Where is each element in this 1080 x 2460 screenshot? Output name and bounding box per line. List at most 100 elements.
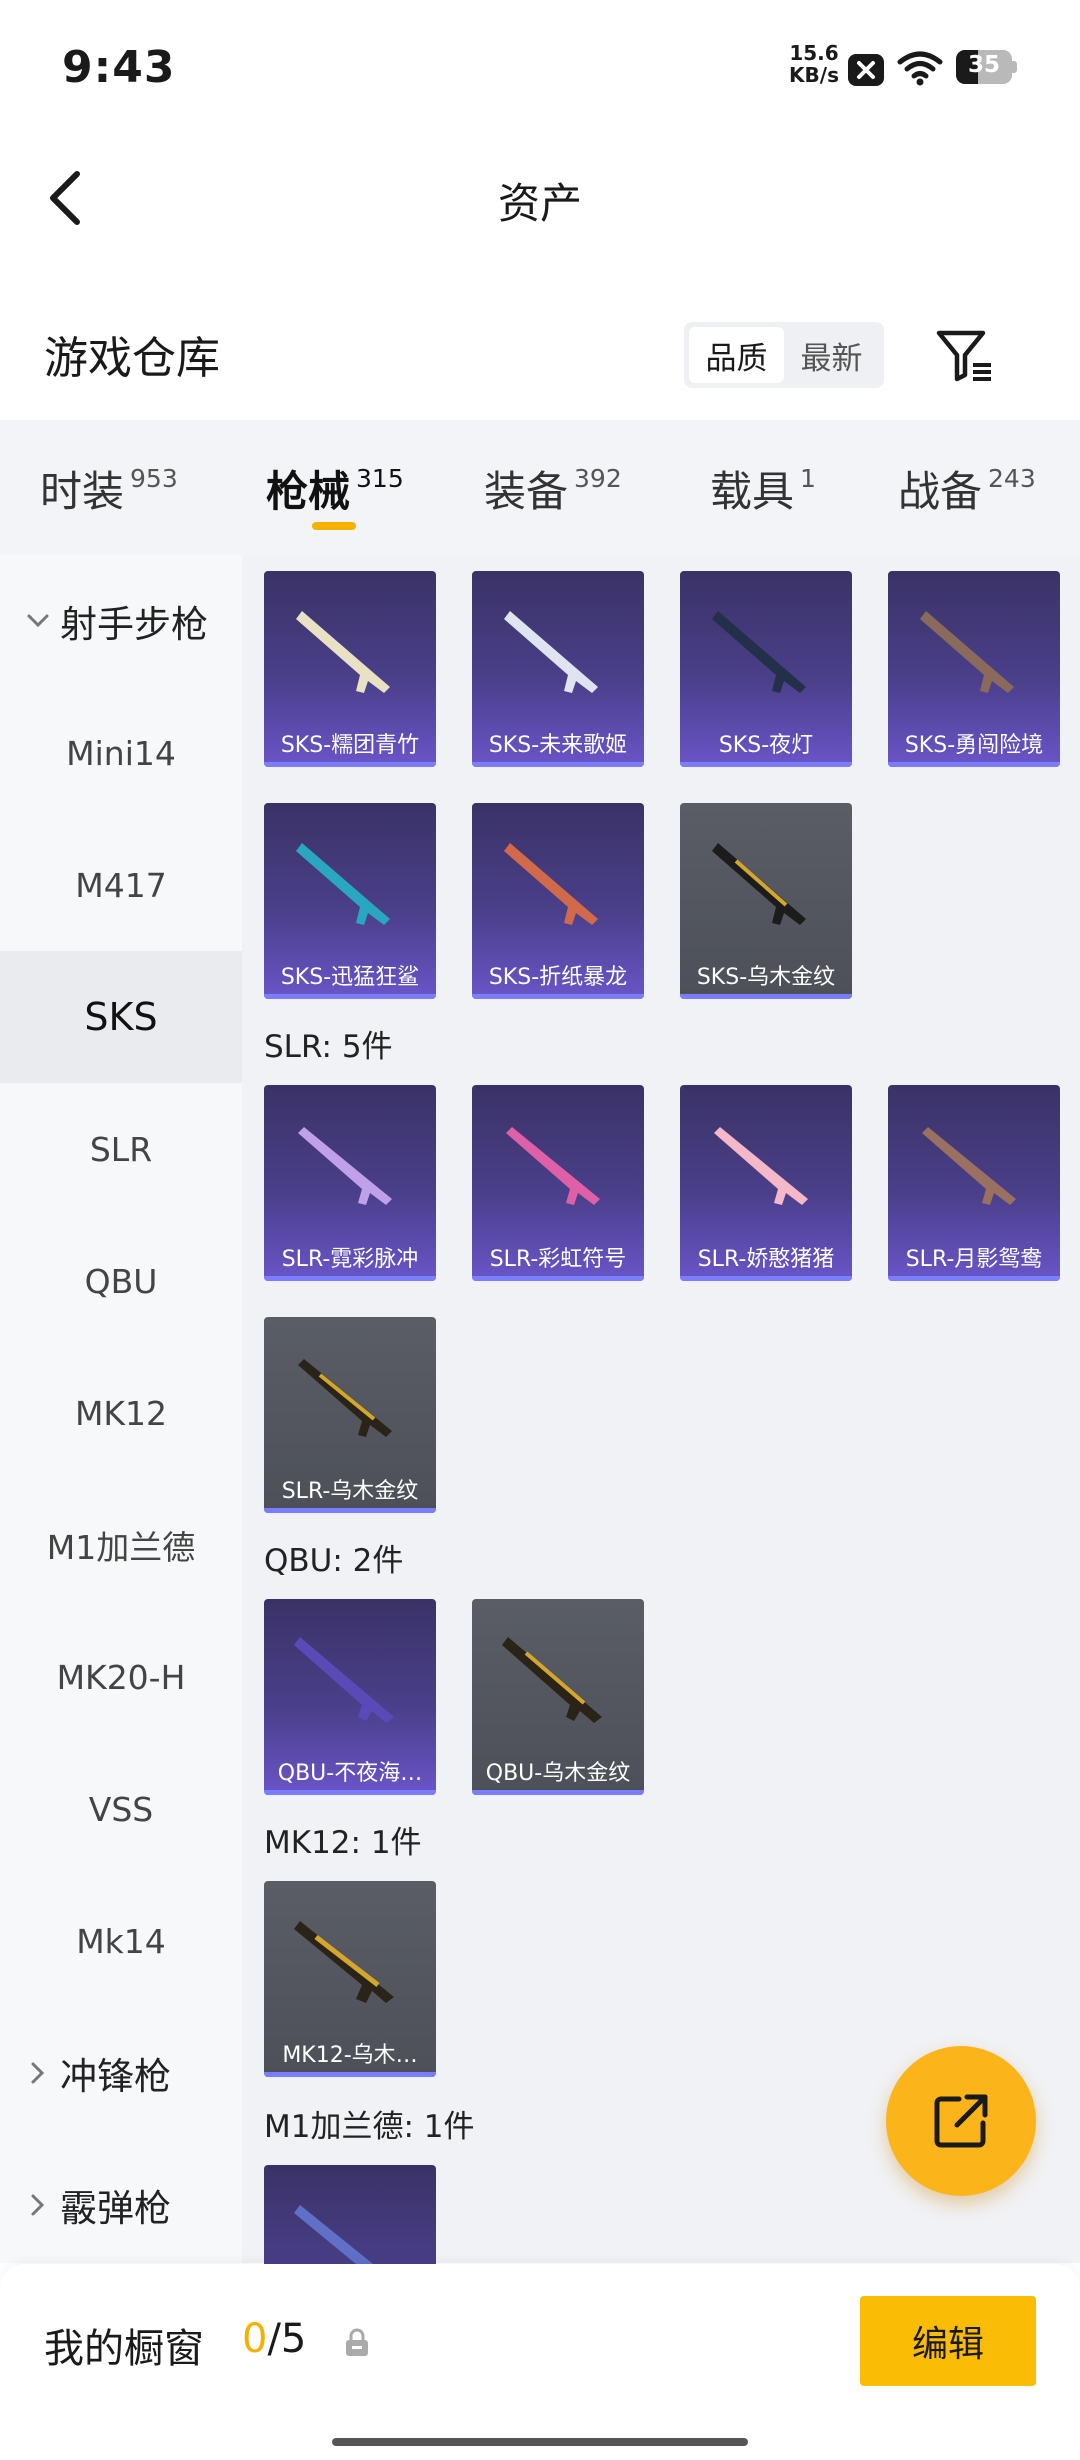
tab-count: 243 bbox=[988, 464, 1036, 493]
item-card[interactable]: SKS-乌木金纹 bbox=[680, 803, 852, 999]
share-fab-button[interactable] bbox=[886, 2046, 1036, 2196]
tab-count: 315 bbox=[356, 464, 404, 493]
category-mk20h[interactable]: MK20-H bbox=[0, 1611, 242, 1743]
item-card[interactable]: QBU-乌木金纹 bbox=[472, 1599, 644, 1795]
edit-button[interactable]: 编辑 bbox=[860, 2296, 1036, 2386]
tab-fashion[interactable]: 时装 953 bbox=[40, 458, 178, 519]
item-name: MK12-乌木… bbox=[282, 2043, 418, 2068]
category-label: Mini14 bbox=[66, 733, 176, 773]
showcase-label: 我的橱窗 bbox=[44, 2326, 204, 2372]
category-qbu[interactable]: QBU bbox=[0, 1215, 242, 1347]
status-time: 9:43 bbox=[62, 42, 176, 93]
tab-supplies[interactable]: 战备 243 bbox=[898, 458, 1036, 519]
item-name: SKS-糯团青竹 bbox=[280, 733, 420, 758]
category-group-smg[interactable]: 冲锋枪 bbox=[0, 2007, 242, 2139]
item-name: SKS-夜灯 bbox=[718, 733, 814, 758]
group-label-slr: SLR: 5件 bbox=[264, 1029, 393, 1065]
group-label-m1: M1加兰德: 1件 bbox=[264, 2109, 475, 2145]
item-name: SLR-月影鸳鸯 bbox=[905, 1247, 1043, 1272]
item-card[interactable]: QBU-不夜海… bbox=[264, 1599, 436, 1795]
category-mk12[interactable]: MK12 bbox=[0, 1347, 242, 1479]
rifle-icon bbox=[504, 611, 598, 693]
item-card[interactable]: SKS-折纸暴龙 bbox=[472, 803, 644, 999]
network-speed-unit: KB/s bbox=[789, 63, 839, 87]
item-name: SKS-乌木金纹 bbox=[696, 965, 836, 990]
category-tabs: 时装 953 枪械 315 装备 392 载具 1 战备 243 bbox=[0, 420, 1080, 555]
rifle-icon bbox=[712, 611, 806, 693]
item-name: QBU-不夜海… bbox=[277, 1761, 423, 1786]
lock-icon bbox=[346, 2328, 368, 2356]
category-label: Mk14 bbox=[76, 1921, 166, 1961]
category-group-marksman-rifles[interactable]: 射手步枪 bbox=[0, 555, 242, 687]
category-label: M417 bbox=[75, 865, 167, 905]
item-grid-area: SKS-糯团青竹 SKS-未来歌姬 SKS-夜灯 SKS-勇闯险境 SKS-迅猛… bbox=[242, 555, 1080, 2361]
external-link-icon bbox=[934, 2094, 988, 2148]
sort-newest-option[interactable]: 最新 bbox=[784, 327, 879, 383]
home-indicator[interactable] bbox=[332, 2438, 748, 2446]
status-bar: 9:43 15.6 KB/s 35 bbox=[0, 0, 1080, 130]
item-card[interactable]: SLR-霓彩脉冲 bbox=[264, 1085, 436, 1281]
item-card[interactable]: SLR-乌木金纹 bbox=[264, 1317, 436, 1513]
showcase-current: 0 bbox=[242, 2316, 268, 2362]
rifle-icon bbox=[712, 843, 806, 925]
item-name: SLR-乌木金纹 bbox=[281, 1479, 419, 1504]
item-name: QBU-乌木金纹 bbox=[485, 1761, 631, 1786]
network-speed: 15.6 KB/s bbox=[784, 42, 844, 86]
wifi-icon bbox=[897, 51, 943, 86]
sim-blocked-icon bbox=[848, 54, 884, 86]
header: 资产 bbox=[0, 130, 1080, 270]
active-tab-indicator bbox=[312, 522, 356, 530]
rarity-bar bbox=[680, 994, 852, 999]
item-card[interactable]: MK12-乌木… bbox=[264, 1881, 436, 2077]
item-card[interactable]: SKS-未来歌姬 bbox=[472, 571, 644, 767]
category-label: M1加兰德 bbox=[46, 1528, 196, 1567]
category-mini14[interactable]: Mini14 bbox=[0, 687, 242, 819]
group-label-qbu: QBU: 2件 bbox=[264, 1543, 404, 1579]
sort-toggle: 品质 最新 bbox=[684, 322, 884, 388]
category-group-shotgun[interactable]: 霰弹枪 bbox=[0, 2139, 242, 2271]
chevron-right-icon bbox=[20, 2194, 56, 2216]
item-card[interactable]: SLR-彩虹符号 bbox=[472, 1085, 644, 1281]
rifle-icon bbox=[502, 1637, 602, 1723]
category-m1-garand[interactable]: M1加兰德 bbox=[0, 1479, 242, 1611]
showcase-bar: 我的橱窗 0/5 编辑 bbox=[0, 2264, 1080, 2460]
item-card[interactable]: SKS-糯团青竹 bbox=[264, 571, 436, 767]
tab-equipment[interactable]: 装备 392 bbox=[484, 458, 622, 519]
rifle-icon bbox=[298, 1127, 392, 1205]
tab-firearms[interactable]: 枪械 315 bbox=[266, 458, 404, 519]
rarity-bar bbox=[264, 762, 436, 767]
page-title: 资产 bbox=[497, 179, 582, 228]
item-card[interactable]: SKS-夜灯 bbox=[680, 571, 852, 767]
rifle-icon bbox=[296, 843, 390, 925]
rifle-icon bbox=[922, 1127, 1016, 1205]
showcase-total: /5 bbox=[267, 2316, 307, 2362]
item-card[interactable]: SKS-迅猛狂鲨 bbox=[264, 803, 436, 999]
category-slr[interactable]: SLR bbox=[0, 1083, 242, 1215]
item-card[interactable]: SLR-娇憨猪猪 bbox=[680, 1085, 852, 1281]
item-name: SLR-娇憨猪猪 bbox=[697, 1247, 835, 1272]
filter-button[interactable] bbox=[930, 322, 1000, 388]
category-mk14[interactable]: Mk14 bbox=[0, 1875, 242, 2007]
tab-vehicles[interactable]: 载具 1 bbox=[710, 458, 816, 519]
item-card[interactable]: SLR-月影鸳鸯 bbox=[888, 1085, 1060, 1281]
tab-label: 枪械 bbox=[266, 467, 351, 516]
chevron-down-icon bbox=[20, 614, 56, 628]
category-m417[interactable]: M417 bbox=[0, 819, 242, 951]
rarity-bar bbox=[472, 762, 644, 767]
category-vss[interactable]: VSS bbox=[0, 1743, 242, 1875]
rarity-bar bbox=[472, 1276, 644, 1281]
category-label: QBU bbox=[84, 1261, 158, 1301]
category-sks[interactable]: SKS bbox=[0, 951, 242, 1083]
sort-quality-option[interactable]: 品质 bbox=[689, 327, 784, 383]
rarity-bar bbox=[264, 1790, 436, 1795]
category-label: VSS bbox=[88, 1789, 154, 1829]
item-name: SKS-迅猛狂鲨 bbox=[280, 965, 420, 990]
warehouse-title: 游戏仓库 bbox=[44, 333, 220, 384]
chevron-right-icon bbox=[20, 2062, 56, 2084]
rarity-bar bbox=[264, 2072, 436, 2077]
weapon-category-list: 射手步枪 Mini14 M417 SKS SLR QBU MK12 M1加兰德 … bbox=[0, 555, 242, 2263]
item-card[interactable]: SKS-勇闯险境 bbox=[888, 571, 1060, 767]
tab-label: 装备 bbox=[484, 467, 569, 516]
item-name: SKS-折纸暴龙 bbox=[488, 965, 628, 990]
tab-label: 战备 bbox=[898, 467, 983, 516]
